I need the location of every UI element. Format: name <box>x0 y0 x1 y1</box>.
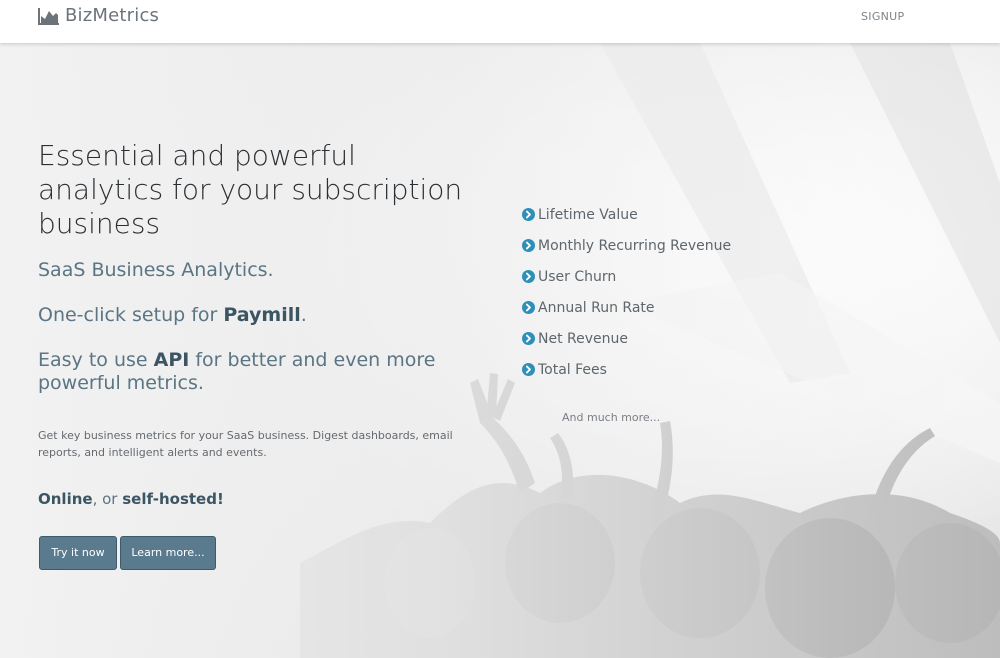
brand-name: BizMetrics <box>65 5 160 26</box>
feature-item: Monthly Recurring Revenue <box>522 230 731 261</box>
feature-item: Annual Run Rate <box>522 292 731 323</box>
brand-link[interactable]: BizMetrics <box>38 5 159 26</box>
feature-label: Net Revenue <box>538 330 628 347</box>
hero-section: Essential and powerful analytics for you… <box>0 43 1000 658</box>
feature-label: Annual Run Rate <box>538 299 655 316</box>
chevron-circle-right-icon <box>522 332 535 345</box>
chevron-circle-right-icon <box>522 301 535 314</box>
feature-item: Net Revenue <box>522 323 731 354</box>
chevron-circle-right-icon <box>522 239 535 252</box>
feature-item: Total Fees <box>522 354 731 385</box>
feature-item: User Churn <box>522 261 731 292</box>
try-it-now-button[interactable]: Try it now <box>39 536 117 570</box>
learn-more-button[interactable]: Learn more... <box>120 536 216 570</box>
area-chart-icon <box>38 7 59 25</box>
api-label: API <box>153 349 190 371</box>
feature-label: Total Fees <box>538 361 607 378</box>
api-text: Easy to use API for better and even more… <box>38 349 458 395</box>
feature-item: Lifetime Value <box>522 199 731 230</box>
setup-prefix: One-click setup for <box>38 304 224 326</box>
feature-list: Lifetime Value Monthly Recurring Revenue… <box>522 199 731 385</box>
feature-label: Lifetime Value <box>538 206 638 223</box>
hero-subtitle: SaaS Business Analytics. <box>38 259 274 281</box>
chevron-circle-right-icon <box>522 363 535 376</box>
paymill-setup-text: One-click setup for Paymill. <box>38 304 307 327</box>
or-text: , or <box>92 490 123 508</box>
signup-link[interactable]: SIGNUP <box>861 10 904 23</box>
hero-description: Get key business metrics for your SaaS b… <box>38 429 453 459</box>
and-much-more-text: And much more... <box>562 411 661 424</box>
online-label: Online <box>38 490 93 508</box>
setup-suffix: . <box>300 304 307 326</box>
self-hosted-label: self-hosted! <box>122 490 224 508</box>
chevron-circle-right-icon <box>522 270 535 283</box>
feature-label: Monthly Recurring Revenue <box>538 237 732 254</box>
chevron-circle-right-icon <box>522 208 535 221</box>
api-prefix: Easy to use <box>38 349 154 371</box>
hosting-options: Online, or self-hosted! <box>38 490 224 508</box>
paymill-label: Paymill <box>223 304 301 326</box>
hero-headline: Essential and powerful analytics for you… <box>38 139 463 240</box>
feature-label: User Churn <box>538 268 617 285</box>
top-navbar: BizMetrics SIGNUP <box>0 0 1000 43</box>
